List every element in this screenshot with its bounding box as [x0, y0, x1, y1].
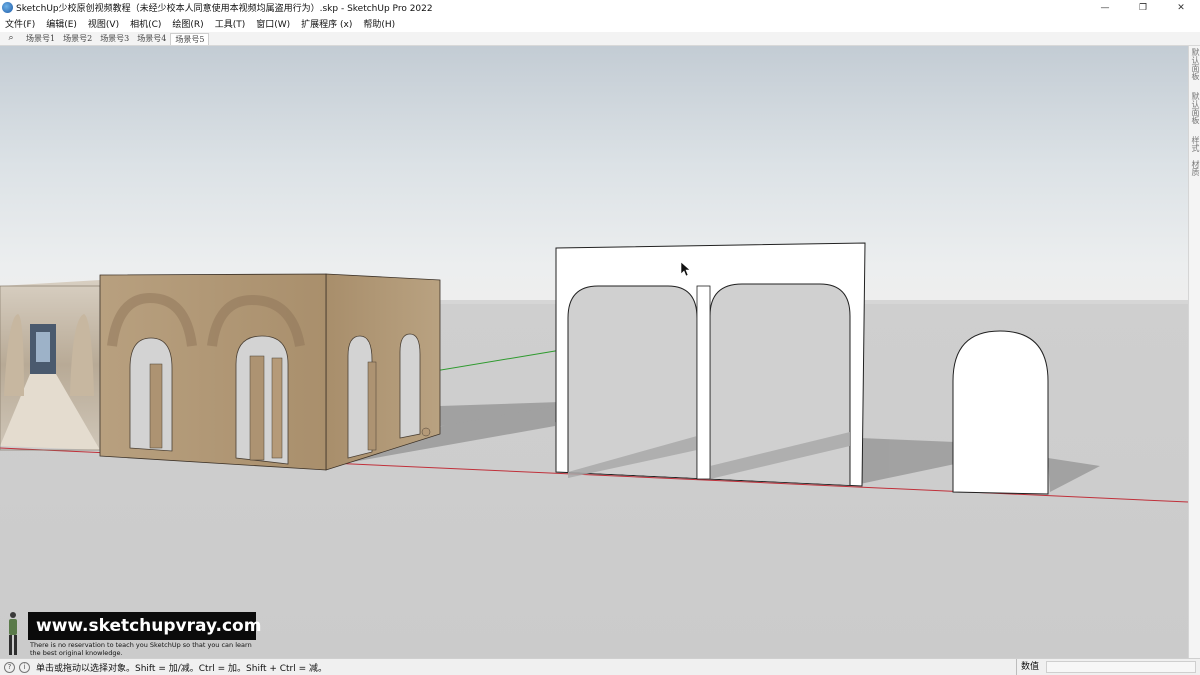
- menu-view[interactable]: 视图(V): [88, 17, 119, 30]
- window-title: SketchUp少校原创视频教程（未经少校本人同意使用本视频均属盗用行为）.sk…: [16, 4, 433, 14]
- menu-file[interactable]: 文件(F): [5, 17, 35, 30]
- watermark: www.sketchupvray.com There is no reserva…: [4, 610, 261, 658]
- window-controls: — ❐ ✕: [1086, 0, 1200, 15]
- arcade-block: [99, 273, 441, 471]
- help-icon[interactable]: ?: [4, 661, 15, 673]
- info-icon[interactable]: i: [19, 661, 30, 673]
- menu-extensions[interactable]: 扩展程序 (x): [301, 17, 352, 30]
- person-figure-icon: [9, 612, 17, 655]
- menu-edit[interactable]: 编辑(E): [46, 17, 77, 30]
- tray-label-4[interactable]: 材质: [1190, 160, 1200, 176]
- measurements-label: 数值: [1016, 659, 1039, 675]
- tray-label-3[interactable]: 样式: [1190, 136, 1200, 152]
- corridor-image: [0, 280, 101, 451]
- tray-label-2[interactable]: 默认面板: [1190, 92, 1200, 124]
- watermark-tagline: There is no reservation to teach you Ske…: [30, 641, 252, 657]
- minimize-button[interactable]: —: [1086, 0, 1124, 15]
- maximize-button[interactable]: ❐: [1124, 0, 1162, 15]
- scene-canvas[interactable]: [0, 46, 1188, 658]
- double-arch-wall: [555, 242, 866, 487]
- menu-help[interactable]: 帮助(H): [363, 17, 395, 30]
- single-arch-panel: [952, 330, 1049, 495]
- title-bar: SketchUp少校原创视频教程（未经少校本人同意使用本视频均属盗用行为）.sk…: [0, 0, 1200, 15]
- close-button[interactable]: ✕: [1162, 0, 1200, 15]
- menu-bar: 文件(F) 编辑(E) 视图(V) 相机(C) 绘图(R) 工具(T) 窗口(W…: [0, 15, 1200, 32]
- scene-tab-5[interactable]: 场景号5: [170, 33, 210, 45]
- menu-tools[interactable]: 工具(T): [215, 17, 246, 30]
- tray-label-1[interactable]: 默认面板: [1190, 48, 1200, 80]
- scene-tab-2[interactable]: 场景号2: [59, 33, 96, 45]
- sketchup-logo-icon: [2, 2, 13, 13]
- scenes-bar: ⌕ 场景号1 场景号2 场景号3 场景号4 场景号5: [0, 32, 1200, 46]
- watermark-url: www.sketchupvray.com: [28, 612, 261, 640]
- scene-tab-1[interactable]: 场景号1: [22, 33, 59, 45]
- scene-tab-3[interactable]: 场景号3: [96, 33, 133, 45]
- menu-window[interactable]: 窗口(W): [256, 17, 290, 30]
- drawing-viewport[interactable]: [0, 46, 1188, 658]
- scene-tab-4[interactable]: 场景号4: [133, 33, 170, 45]
- default-tray[interactable]: 默认面板 默认面板 样式 材质: [1188, 46, 1200, 658]
- status-bar: ? i 单击或拖动以选择对象。Shift = 加/减。Ctrl = 加。Shif…: [0, 658, 1200, 675]
- measurements-input[interactable]: [1046, 661, 1196, 673]
- menu-draw[interactable]: 绘图(R): [172, 17, 203, 30]
- search-icon[interactable]: ⌕: [0, 31, 22, 45]
- sketchup-window: SketchUp少校原创视频教程（未经少校本人同意使用本视频均属盗用行为）.sk…: [0, 0, 1200, 675]
- status-message: 单击或拖动以选择对象。Shift = 加/减。Ctrl = 加。Shift + …: [36, 663, 328, 674]
- menu-camera[interactable]: 相机(C): [130, 17, 161, 30]
